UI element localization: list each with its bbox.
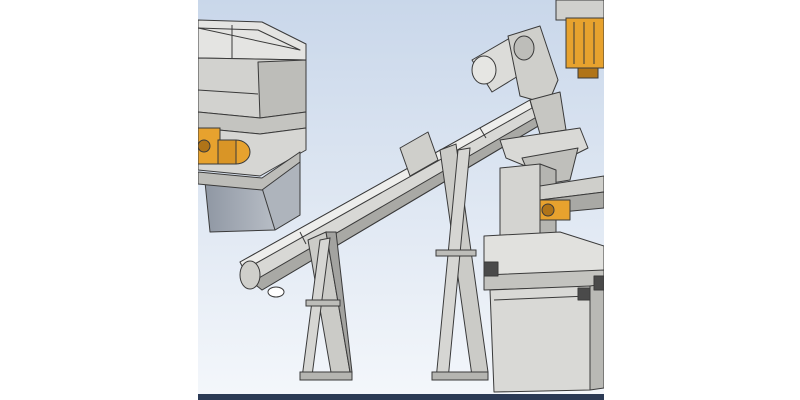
conveyor-end-cap — [239, 260, 261, 290]
cad-screenshot — [0, 0, 800, 400]
leg-foot — [431, 371, 489, 381]
motor-body — [565, 17, 604, 69]
caster-wheel — [577, 287, 591, 301]
machine-assembly-drawing — [198, 0, 604, 400]
machine-column — [499, 163, 541, 245]
caster-wheel — [483, 261, 499, 277]
leg-foot — [299, 371, 353, 381]
taskbar-strip — [198, 394, 604, 400]
caster-wheel — [593, 275, 604, 291]
frame-body — [489, 285, 591, 393]
left-hopper — [198, 19, 307, 233]
cad-3d-viewport[interactable] — [198, 0, 604, 400]
